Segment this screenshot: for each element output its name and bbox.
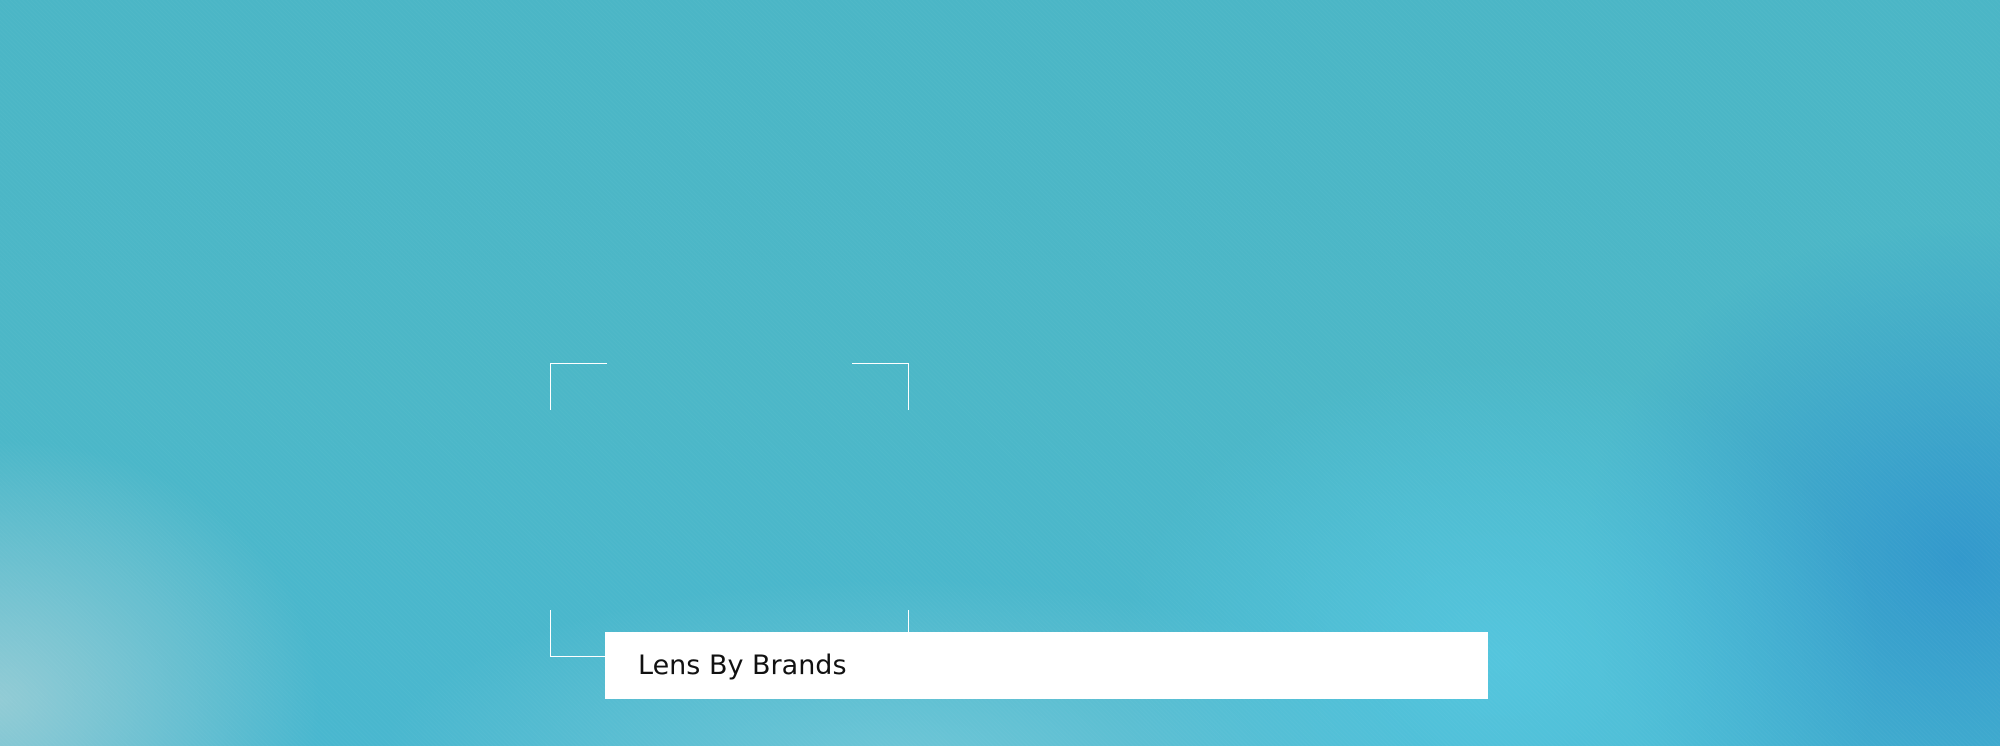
frame-corner-top-left — [550, 363, 607, 410]
frame-corner-bottom-left — [550, 610, 607, 657]
frame-corner-top-right — [852, 363, 909, 410]
hero-title[interactable]: Lens By Brands — [638, 650, 847, 681]
hero-title-box[interactable]: Lens By Brands — [605, 632, 1488, 699]
